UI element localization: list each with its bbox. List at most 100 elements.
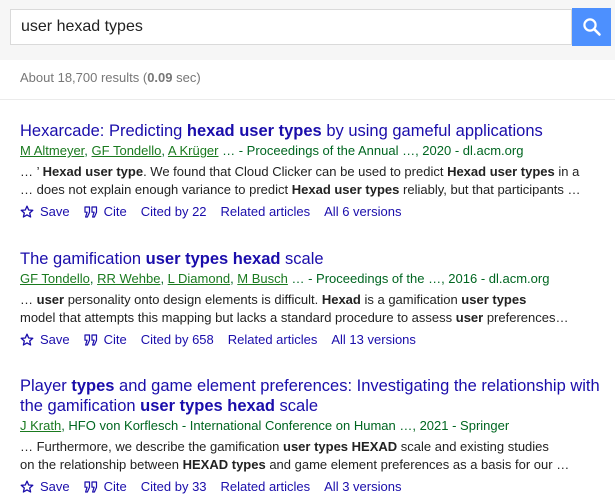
text-run: … xyxy=(20,292,37,307)
cited-by-link[interactable]: Cited by 658 xyxy=(141,332,214,348)
author-separator: , xyxy=(84,143,92,158)
text-run: … does not explain enough variance to pr… xyxy=(20,182,292,197)
author-link[interactable]: M Busch xyxy=(237,271,288,286)
snippet-line: … does not explain enough variance to pr… xyxy=(20,181,615,199)
text-run: scale xyxy=(280,250,324,268)
save-button-label: Save xyxy=(40,332,70,347)
save-button[interactable]: Save xyxy=(20,332,70,348)
highlighted-term: user types xyxy=(461,292,527,307)
text-run: and game element preferences as a basis … xyxy=(265,457,570,472)
result-title-link[interactable]: Player types and game element preference… xyxy=(20,376,615,396)
highlighted-term: HEXAD types xyxy=(182,457,266,472)
result-title-link[interactable]: Hexarcade: Predicting hexad user types b… xyxy=(20,121,615,141)
author-separator: , xyxy=(89,271,98,286)
result-actions: Save Cite Cited by 658 Related articles All … xyxy=(20,332,615,348)
result-source: , HFO von Korflesch - International Conf… xyxy=(61,418,510,433)
quote-icon xyxy=(84,334,97,346)
cite-button[interactable]: Cite xyxy=(84,479,127,495)
results-stats: About 18,700 results (0.09 sec) xyxy=(20,70,201,85)
all-versions-link-label: All 13 versions xyxy=(331,332,416,347)
cite-button[interactable]: Cite xyxy=(84,332,127,348)
author-link[interactable]: J Krath xyxy=(20,418,61,433)
text-run: Hexarcade: Predicting xyxy=(20,122,187,140)
cite-button[interactable]: Cite xyxy=(84,204,127,220)
highlighted-term: Hexad user type xyxy=(42,164,144,179)
search-input[interactable] xyxy=(11,10,571,44)
result-snippet: … user personality onto design elements … xyxy=(20,291,615,327)
text-run: personality onto design elements is diff… xyxy=(64,292,322,307)
star-icon xyxy=(20,333,34,346)
text-run: on the relationship between xyxy=(20,457,183,472)
related-articles-link[interactable]: Related articles xyxy=(221,479,311,495)
text-run: is a gamification xyxy=(360,292,462,307)
snippet-line: … user personality onto design elements … xyxy=(20,291,615,309)
text-run: in a xyxy=(554,164,580,179)
highlighted-term: hexad user types xyxy=(186,122,322,140)
all-versions-link[interactable]: All 6 versions xyxy=(324,204,401,220)
related-articles-link-label: Related articles xyxy=(220,479,311,494)
highlighted-term: Hexad user types xyxy=(447,164,555,179)
highlighted-term: user xyxy=(36,292,65,307)
result-source: … - Proceedings of the …, 2016 - dl.acm.… xyxy=(291,271,550,286)
text-run: The gamification xyxy=(20,250,146,268)
result-item: Player types and game element preference… xyxy=(20,376,615,495)
text-run: model that attempts this mapping but lac… xyxy=(20,310,456,325)
author-link[interactable]: L Diamond xyxy=(168,271,230,286)
search-icon xyxy=(582,18,601,36)
result-actions: Save Cite Cited by 22 Related articles All 6… xyxy=(20,204,615,220)
related-articles-link-label: Related articles xyxy=(220,204,311,219)
author-link[interactable]: RR Wehbe xyxy=(97,271,160,286)
related-articles-link[interactable]: Related articles xyxy=(221,204,311,220)
text-run: scale xyxy=(274,397,319,415)
save-button[interactable]: Save xyxy=(20,204,70,220)
result-source: … - Proceedings of the Annual …, 2020 - … xyxy=(222,143,524,158)
text-run: … Furthermore, we describe the gamificat… xyxy=(20,439,283,454)
snippet-line: on the relationship between HEXAD types … xyxy=(20,456,615,474)
text-run: the gamification xyxy=(20,397,141,415)
result-snippet: … ’ Hexad user type. We found that Cloud… xyxy=(20,163,615,199)
result-snippet: … Furthermore, we describe the gamificat… xyxy=(20,438,615,474)
search-button[interactable] xyxy=(572,8,611,46)
result-title-link[interactable]: The gamification user types hexad scale xyxy=(20,249,615,269)
result-actions: Save Cite Cited by 33 Related articles All 3… xyxy=(20,479,615,495)
all-versions-link[interactable]: All 13 versions xyxy=(331,332,416,348)
star-icon xyxy=(20,205,34,218)
related-articles-link-label: Related articles xyxy=(227,332,318,347)
all-versions-link[interactable]: All 3 versions xyxy=(324,479,401,495)
related-articles-link[interactable]: Related articles xyxy=(228,332,318,348)
result-authors-source: GF Tondello, RR Wehbe, L Diamond, M Busc… xyxy=(20,271,615,287)
save-button-label: Save xyxy=(40,204,70,219)
text-run: . We found that Cloud Clicker can be use… xyxy=(143,164,448,179)
highlighted-term: user xyxy=(455,310,484,325)
cited-by-link-label: Cited by 33 xyxy=(140,479,207,494)
author-link[interactable]: M Altmeyer xyxy=(20,143,84,158)
highlighted-term: types xyxy=(71,377,115,395)
cite-button-label: Cite xyxy=(103,479,127,494)
cited-by-link[interactable]: Cited by 22 xyxy=(141,204,207,220)
author-link[interactable]: GF Tondello xyxy=(92,143,162,158)
highlighted-term: Hexad user types xyxy=(291,182,400,197)
header-divider xyxy=(0,99,615,100)
snippet-line: model that attempts this mapping but lac… xyxy=(20,309,615,327)
search-header xyxy=(0,0,615,60)
cited-by-link[interactable]: Cited by 33 xyxy=(141,479,207,495)
text-run: preferences… xyxy=(483,310,569,325)
snippet-line: … Furthermore, we describe the gamificat… xyxy=(20,438,615,456)
result-item: The gamification user types hexad scale G… xyxy=(20,249,615,348)
cited-by-link-label: Cited by 22 xyxy=(140,204,207,219)
cited-by-link-label: Cited by 658 xyxy=(140,332,214,347)
result-title-link-continued[interactable]: the gamification user types hexad scale xyxy=(20,396,615,416)
text-run: … ’ xyxy=(20,164,43,179)
quote-icon xyxy=(84,206,97,218)
text-run: reliably, but that participants … xyxy=(399,182,581,197)
author-link[interactable]: GF Tondello xyxy=(20,271,90,286)
save-button[interactable]: Save xyxy=(20,479,70,495)
text-run: by using gameful applications xyxy=(321,122,543,140)
highlighted-term: user types hexad xyxy=(140,397,275,415)
cite-button-label: Cite xyxy=(103,332,127,347)
author-link[interactable]: A Krüger xyxy=(168,143,219,158)
quote-icon xyxy=(84,481,97,493)
search-box xyxy=(10,9,572,45)
save-button-label: Save xyxy=(40,479,70,494)
author-separator: , xyxy=(160,271,168,286)
